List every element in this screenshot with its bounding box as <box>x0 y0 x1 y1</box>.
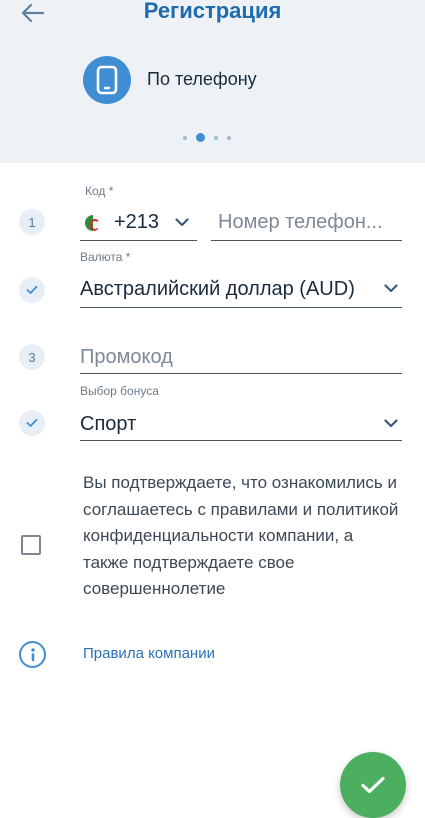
promo-code-input[interactable]: Промокод <box>80 346 173 369</box>
currency-underline <box>80 307 402 308</box>
bonus-label: Выбор бонуса <box>80 384 159 398</box>
info-icon <box>19 641 46 668</box>
code-label: Код * <box>85 184 114 198</box>
checkmark-icon <box>26 418 38 427</box>
promo-code-underline <box>80 373 402 374</box>
carousel-indicator <box>183 133 231 142</box>
company-rules-link[interactable]: Правила компании <box>83 645 215 662</box>
bonus-underline <box>80 440 402 441</box>
currency-label: Валюта * <box>80 250 131 264</box>
country-code-underline <box>80 240 197 241</box>
carousel-dot[interactable] <box>214 135 218 140</box>
phone-input-underline <box>211 240 402 241</box>
check-icon <box>361 776 385 794</box>
step-badge-bonus <box>19 410 45 436</box>
carousel-dot[interactable] <box>227 135 231 140</box>
submit-button[interactable] <box>340 752 406 818</box>
carousel-dot-active[interactable] <box>196 133 205 142</box>
registration-method-button[interactable] <box>83 56 131 104</box>
country-code-selector[interactable]: +213 <box>80 205 197 241</box>
consent-checkbox[interactable] <box>21 535 41 555</box>
chevron-down-icon <box>175 218 189 227</box>
smartphone-icon <box>96 65 118 95</box>
chevron-down-icon <box>384 419 398 428</box>
bonus-select[interactable]: Спорт <box>80 407 402 441</box>
country-code-value: +213 <box>114 211 160 233</box>
phone-input[interactable]: Номер телефон... <box>218 211 383 234</box>
consent-text: Вы подтверждаете, что ознакомились и сог… <box>83 473 399 598</box>
algeria-flag-icon <box>85 215 101 231</box>
checkmark-icon <box>26 285 38 294</box>
registration-method-label: По телефону <box>147 69 257 89</box>
bonus-value: Спорт <box>80 413 137 435</box>
step-badge-promo: 3 <box>19 344 45 370</box>
step-badge-phone: 1 <box>19 209 45 235</box>
carousel-dot[interactable] <box>183 135 187 140</box>
chevron-down-icon <box>384 284 398 293</box>
currency-value: Австралийский доллар (AUD) <box>80 278 355 300</box>
page-title: Регистрация <box>143 0 282 23</box>
step-badge-currency <box>19 277 45 303</box>
registration-header: Регистрация По телефону <box>0 0 425 163</box>
currency-select[interactable]: Австралийский доллар (AUD) <box>80 272 402 308</box>
